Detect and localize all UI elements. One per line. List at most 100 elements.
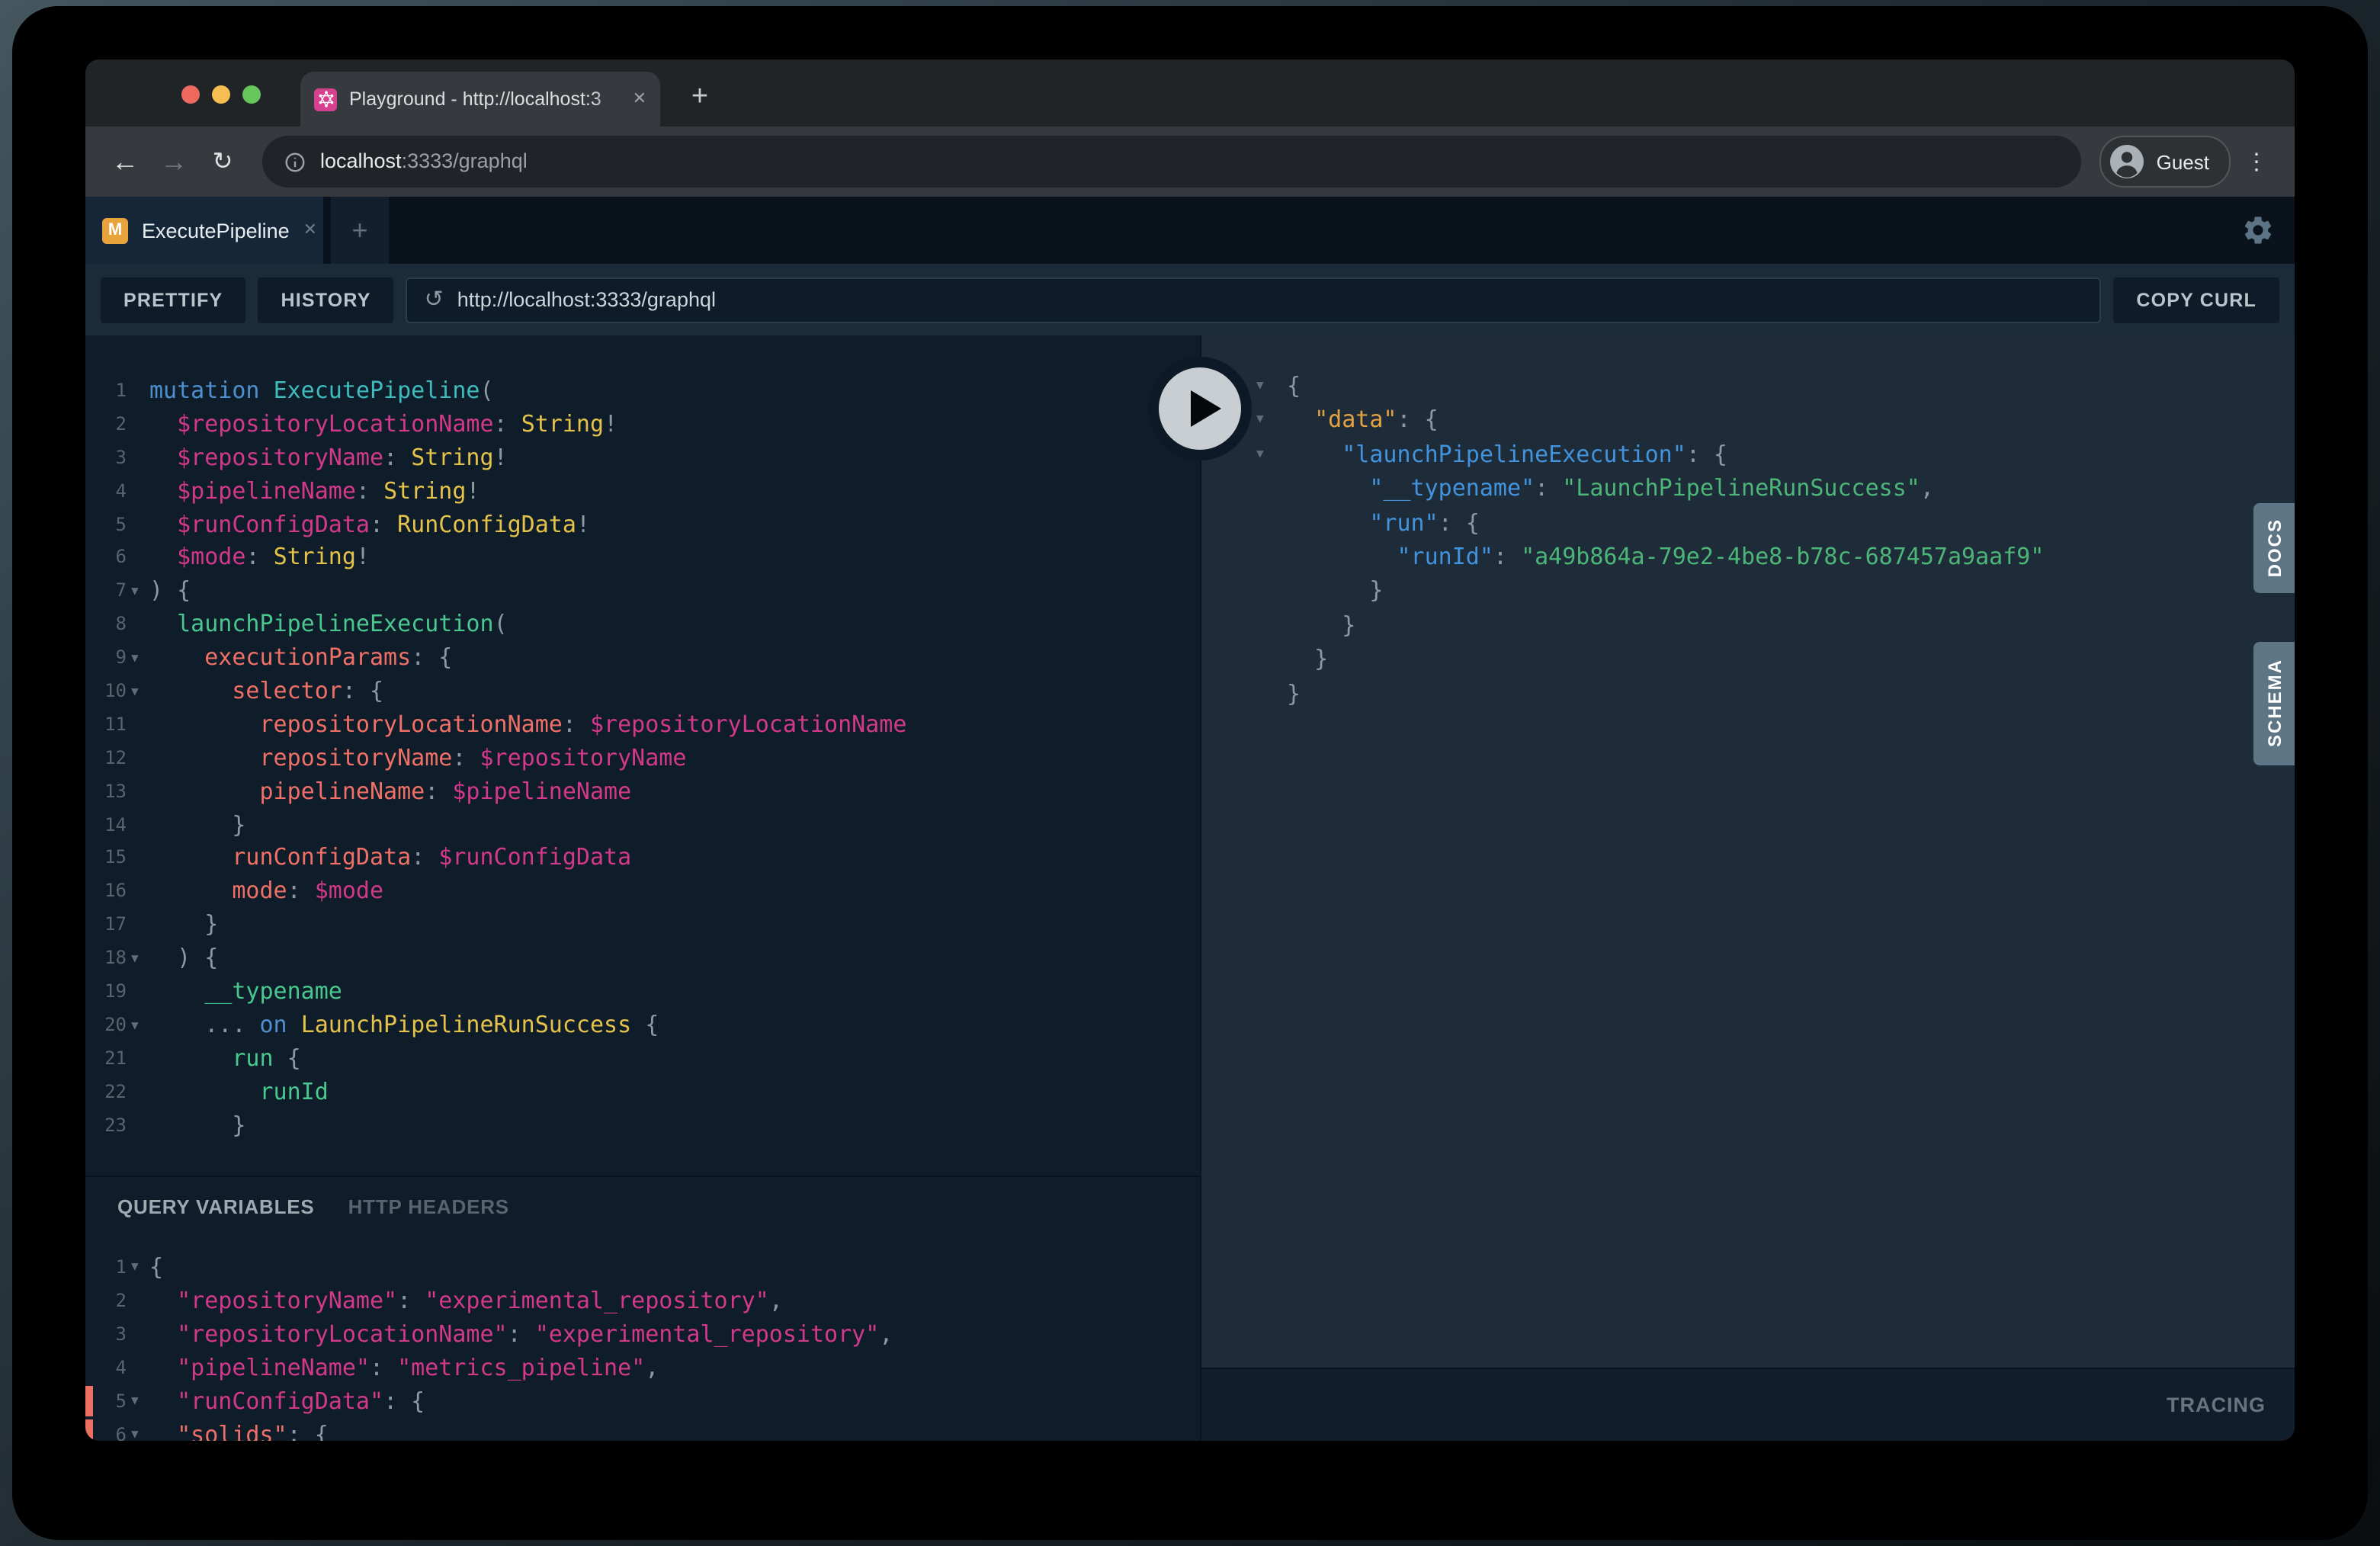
fold-arrow-icon[interactable]: ▼	[1256, 403, 1264, 438]
line-number: 12	[85, 743, 127, 776]
response-viewer[interactable]: ▼{▼ "data": {▼ "launchPipelineExecution"…	[1201, 335, 2295, 1369]
address-bar[interactable]: localhost:3333/graphql	[262, 136, 2082, 188]
line-number: 23	[85, 1109, 127, 1143]
code-text: mutation ExecutePipeline(	[85, 375, 1200, 409]
line-number: 16	[85, 876, 127, 909]
tab-close-icon[interactable]: ✕	[633, 91, 646, 107]
code-text: selector: {	[85, 675, 1200, 709]
code-text: repositoryName: $repositoryName	[85, 743, 1200, 776]
code-text: __typename	[85, 976, 1200, 1009]
code-text: run {	[85, 1043, 1200, 1076]
browser-tab[interactable]: Playground - http://localhost:3 ✕	[300, 72, 660, 127]
line-number: 10	[85, 675, 127, 709]
code-line: 23 }	[85, 1109, 1200, 1143]
schema-side-tab[interactable]: SCHEMA	[2253, 642, 2295, 765]
fold-arrow-icon[interactable]: ▼	[131, 1009, 139, 1043]
code-text: "repositoryName": "experimental_reposito…	[85, 1284, 1200, 1317]
url-host: localhost	[320, 149, 402, 172]
prettify-button[interactable]: PRETTIFY	[101, 277, 245, 322]
code-text: $mode: String!	[85, 542, 1200, 576]
code-line: ▼{	[1201, 369, 2295, 403]
history-button[interactable]: HISTORY	[258, 277, 393, 322]
code-text: {	[85, 1250, 1200, 1284]
code-line: 4 $pipelineName: String!	[85, 475, 1200, 508]
reset-endpoint-icon: ↺	[425, 288, 444, 311]
fold-arrow-icon[interactable]: ▼	[131, 642, 139, 675]
forward-button[interactable]: →	[152, 146, 195, 178]
session-tab-close-icon[interactable]: ✕	[303, 222, 317, 239]
fold-arrow-icon[interactable]: ▼	[131, 1418, 139, 1441]
variables-tabbar: QUERY VARIABLES HTTP HEADERS	[85, 1176, 1200, 1235]
line-number: 6	[85, 1418, 127, 1441]
code-line: 18▼ ) {	[85, 942, 1200, 976]
execute-button[interactable]	[1148, 357, 1252, 460]
back-button[interactable]: ←	[104, 146, 146, 178]
avatar-icon	[2109, 143, 2146, 180]
schema-label: SCHEMA	[2263, 659, 2285, 748]
browser-tab-title: Playground - http://localhost:3	[349, 88, 621, 110]
fold-arrow-icon[interactable]: ▼	[1256, 438, 1264, 472]
tracing-label: TRACING	[2167, 1394, 2266, 1416]
line-number: 21	[85, 1043, 127, 1076]
profile-button[interactable]: Guest	[2100, 136, 2231, 188]
fold-arrow-icon[interactable]: ▼	[131, 1384, 139, 1418]
code-line: 21 run {	[85, 1043, 1200, 1076]
docs-side-tab[interactable]: DOCS	[2253, 503, 2295, 593]
line-number: 2	[85, 409, 127, 442]
tracing-bar[interactable]: TRACING	[1201, 1368, 2295, 1441]
browser-toolbar: ← → ↻ localhost:3333/graphql	[85, 127, 2295, 197]
variables-editor[interactable]: 1▼{2 "repositoryName": "experimental_rep…	[85, 1235, 1200, 1441]
session-tab[interactable]: M ExecutePipeline ✕	[85, 197, 323, 264]
close-window-button[interactable]	[181, 86, 200, 104]
code-line: ▼ "launchPipelineExecution": {	[1201, 438, 2295, 472]
code-text: $pipelineName: String!	[85, 475, 1200, 508]
fold-arrow-icon[interactable]: ▼	[1256, 369, 1264, 403]
fold-arrow-icon[interactable]: ▼	[131, 1250, 139, 1284]
code-line: 6 $mode: String!	[85, 542, 1200, 576]
code-line: 1mutation ExecutePipeline(	[85, 375, 1200, 409]
zoom-window-button[interactable]	[242, 86, 261, 104]
code-text: repositoryLocationName: $repositoryLocat…	[85, 709, 1200, 743]
endpoint-url: http://localhost:3333/graphql	[457, 288, 716, 311]
code-line: 2 "repositoryName": "experimental_reposi…	[85, 1284, 1200, 1317]
settings-button[interactable]	[2241, 213, 2275, 247]
code-text: "repositoryLocationName": "experimental_…	[85, 1317, 1200, 1351]
code-text: "pipelineName": "metrics_pipeline",	[85, 1351, 1200, 1384]
backdrop: Playground - http://localhost:3 ✕ + ← → …	[0, 0, 2380, 1546]
minimize-window-button[interactable]	[212, 86, 230, 104]
code-text: "runConfigData": {	[85, 1384, 1200, 1418]
session-tab-title: ExecutePipeline	[142, 219, 290, 242]
code-text: $repositoryName: String!	[85, 442, 1200, 476]
code-text: "run": {	[1201, 505, 2295, 540]
fold-arrow-icon[interactable]: ▼	[131, 576, 139, 609]
new-session-tab-button[interactable]: +	[331, 197, 389, 264]
site-info-icon[interactable]	[284, 150, 306, 173]
code-line: }	[1201, 574, 2295, 608]
reload-button[interactable]: ↻	[201, 146, 244, 177]
browser-menu-button[interactable]: ⋮	[2237, 148, 2276, 175]
endpoint-input[interactable]: ↺ http://localhost:3333/graphql	[406, 277, 2102, 322]
fold-arrow-icon[interactable]: ▼	[131, 942, 139, 976]
url-path: :3333/graphql	[402, 149, 528, 172]
code-line: 17 }	[85, 909, 1200, 943]
code-text: ) {	[85, 576, 1200, 609]
code-text: $runConfigData: RunConfigData!	[85, 508, 1200, 542]
copy-curl-button[interactable]: COPY CURL	[2113, 277, 2279, 322]
code-text: "data": {	[1201, 403, 2295, 438]
code-line: 7▼) {	[85, 576, 1200, 609]
code-line: 9▼ executionParams: {	[85, 642, 1200, 675]
code-line: 11 repositoryLocationName: $repositoryLo…	[85, 709, 1200, 743]
code-line: 3 "repositoryLocationName": "experimenta…	[85, 1317, 1200, 1351]
code-text: $repositoryLocationName: String!	[85, 409, 1200, 442]
line-number: 5	[85, 508, 127, 542]
tab-http-headers[interactable]: HTTP HEADERS	[348, 1195, 509, 1217]
tab-query-variables[interactable]: QUERY VARIABLES	[117, 1195, 315, 1217]
code-text: }	[1201, 574, 2295, 608]
query-editor[interactable]: 1mutation ExecutePipeline(2 $repositoryL…	[85, 335, 1200, 1176]
line-number: 20	[85, 1009, 127, 1043]
code-line: }	[1201, 642, 2295, 676]
code-text: ) {	[85, 942, 1200, 976]
fold-arrow-icon[interactable]: ▼	[131, 675, 139, 709]
line-number: 7	[85, 576, 127, 609]
new-tab-button[interactable]: +	[680, 78, 720, 117]
